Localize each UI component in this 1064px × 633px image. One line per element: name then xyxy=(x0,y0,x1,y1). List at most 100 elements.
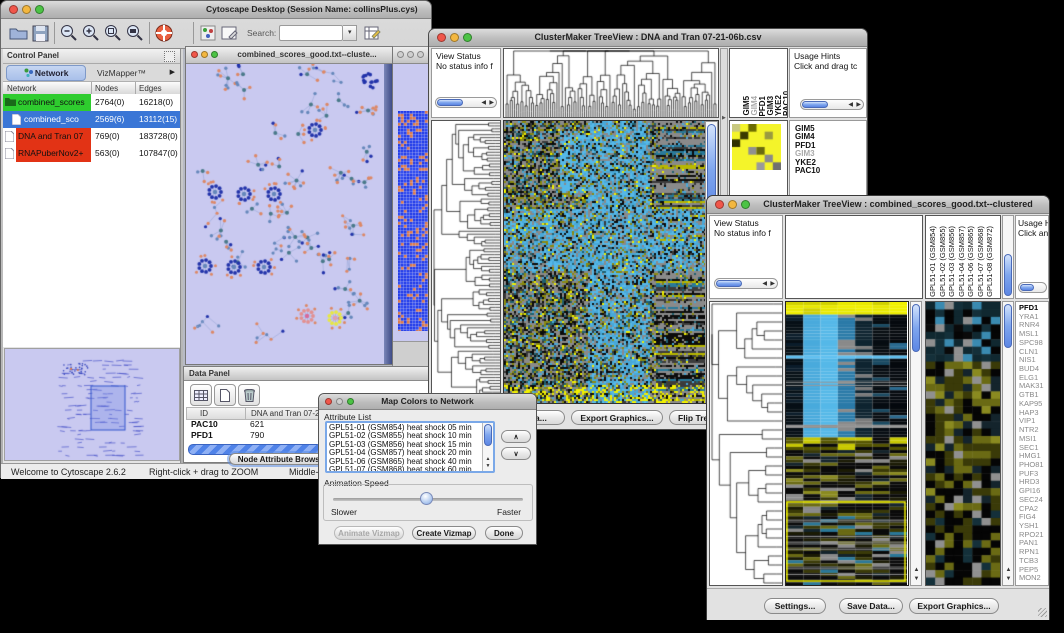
scroll-up-icon[interactable]: ▲ xyxy=(1006,567,1012,573)
close-button[interactable] xyxy=(715,200,724,209)
minimize-button[interactable] xyxy=(22,5,31,14)
scroll-right-icon[interactable]: ▶ xyxy=(489,100,494,106)
scroll-up-icon[interactable]: ▲ xyxy=(486,456,491,462)
zoom-out-button[interactable] xyxy=(58,21,80,45)
open-file-button[interactable] xyxy=(7,21,29,45)
scroll-right-icon[interactable]: ▶ xyxy=(770,281,775,287)
tv1-row-dendrogram-canvas[interactable] xyxy=(432,121,500,403)
attribute-browser-toolbar-button[interactable] xyxy=(362,21,384,45)
save-button[interactable] xyxy=(29,21,51,45)
tv2-column-dendrogram-panel[interactable] xyxy=(785,215,923,299)
tv2-column-label[interactable]: GPL51-04 (GSM857) xyxy=(957,226,967,297)
network-row[interactable]: combined_scores 2764(0) 16218(0) xyxy=(3,94,180,111)
column-header-nodes[interactable]: Nodes xyxy=(95,84,118,93)
zoom-in-button[interactable] xyxy=(80,21,102,45)
tab-vizmapper[interactable]: VizMapper™ xyxy=(97,68,146,78)
tv2-column-label[interactable]: GPL51-07 (GSM868) xyxy=(976,226,986,297)
minimize-button[interactable] xyxy=(201,51,208,58)
treeview2-titlebar[interactable]: ClusterMaker TreeView : combined_scores_… xyxy=(707,196,1049,214)
background-network-titlebar[interactable] xyxy=(393,47,431,64)
network-view-canvas[interactable] xyxy=(187,64,384,364)
scrollbar-thumb[interactable] xyxy=(1020,284,1034,291)
tv1-heatmap-canvas[interactable] xyxy=(504,121,705,403)
tv2-heatmap-canvas[interactable] xyxy=(786,302,907,585)
add-nodes-button[interactable] xyxy=(197,21,219,45)
tv2-hints-scrollbar[interactable] xyxy=(1018,282,1047,293)
tv2-genes-vscrollbar[interactable]: ▲ ▼ xyxy=(1002,301,1014,586)
tv2-column-label[interactable]: GPL51-06 (GSM865) xyxy=(966,226,976,297)
scroll-down-icon[interactable]: ▼ xyxy=(486,463,491,469)
scrollbar-thumb[interactable] xyxy=(1004,304,1012,348)
scroll-down-icon[interactable]: ▼ xyxy=(1006,576,1012,582)
scroll-left-icon[interactable]: ◀ xyxy=(848,102,853,108)
network-view-titlebar[interactable]: combined_scores_good.txt--cluste... xyxy=(186,47,392,64)
table-view-button[interactable] xyxy=(190,384,212,406)
tab-network[interactable]: Network xyxy=(6,65,86,81)
tv2-heatmap-vscrollbar[interactable]: ▲ ▼ xyxy=(910,301,922,586)
slider-thumb[interactable] xyxy=(420,492,433,505)
annotation-button[interactable] xyxy=(219,21,241,45)
scroll-left-icon[interactable]: ◀ xyxy=(762,281,767,287)
animate-vizmap-button[interactable]: Animate Vizmap xyxy=(334,526,404,540)
tv2-column-label[interactable]: GPL51-03 (GSM856) xyxy=(947,226,957,297)
new-attribute-button[interactable] xyxy=(214,384,236,406)
data-column-id[interactable]: ID xyxy=(200,409,208,418)
background-network-canvas[interactable] xyxy=(398,111,428,331)
network-row[interactable]: DNA and Tran 07 769(0) 183728(0) xyxy=(3,128,180,145)
scrollbar-thumb[interactable] xyxy=(912,304,920,352)
tv2-column-label[interactable]: GPL51-01 (GSM854) xyxy=(928,226,938,297)
tv2-export-graphics-button[interactable]: Export Graphics... xyxy=(909,598,999,614)
tv1-hints-scrollbar[interactable]: ◀ ▶ xyxy=(800,99,864,110)
scroll-left-icon[interactable]: ◀ xyxy=(481,100,486,106)
tv2-gene-label[interactable]: MON2 xyxy=(1019,574,1044,583)
create-vizmap-button[interactable]: Create Vizmap xyxy=(412,526,476,540)
data-panel-titlebar[interactable]: Data Panel xyxy=(184,367,429,381)
network-row-selected[interactable]: combined_sco 2569(6) 13112(15) xyxy=(3,111,180,128)
minimize-button[interactable] xyxy=(407,51,414,58)
scrollbar-thumb[interactable] xyxy=(484,424,492,446)
zoom-button[interactable] xyxy=(741,200,750,209)
tv1-column-label[interactable]: GIM4 xyxy=(750,96,758,116)
tv1-zoom-matrix-canvas[interactable] xyxy=(732,124,781,170)
column-header-network[interactable]: Network xyxy=(7,84,36,93)
tab-overflow-arrow[interactable]: ▶ xyxy=(170,68,175,76)
scrollbar-thumb[interactable] xyxy=(437,99,463,106)
tv1-column-label[interactable]: PFD1 xyxy=(758,96,766,116)
zoom-selected-button[interactable] xyxy=(102,21,124,45)
attribute-list-item[interactable]: GPL51-07 (GSM868) heat shock 60 min xyxy=(329,466,491,473)
delete-attribute-button[interactable] xyxy=(238,384,260,406)
tv1-gene-label[interactable]: PAC10 xyxy=(795,167,820,175)
scroll-up-icon[interactable]: ▲ xyxy=(914,567,920,573)
birdseye-canvas[interactable] xyxy=(4,348,180,461)
search-input[interactable] xyxy=(279,25,343,41)
tv1-column-dendrogram-canvas[interactable] xyxy=(504,49,718,117)
attribute-list-scrollbar[interactable]: ▲ ▼ xyxy=(482,423,493,471)
resize-grip[interactable] xyxy=(1038,608,1047,617)
scroll-right-icon[interactable]: ▶ xyxy=(856,102,861,108)
column-header-edges[interactable]: Edges xyxy=(139,84,162,93)
main-titlebar[interactable]: Cytoscape Desktop (Session Name: collins… xyxy=(1,1,431,19)
tv2-column-label[interactable]: GPL51-02 (GSM855) xyxy=(938,226,948,297)
search-dropdown-button[interactable]: ▾ xyxy=(343,25,357,41)
close-button[interactable] xyxy=(191,51,198,58)
tv2-save-data-button[interactable]: Save Data... xyxy=(839,598,903,614)
help-button[interactable] xyxy=(153,21,175,45)
close-button[interactable] xyxy=(397,51,404,58)
zoom-button[interactable] xyxy=(211,51,218,58)
float-panel-icon[interactable] xyxy=(164,51,175,62)
network-view-right-scroll-area[interactable] xyxy=(384,64,392,364)
tv2-status-scrollbar[interactable]: ◀ ▶ xyxy=(714,278,778,289)
tv1-column-label[interactable]: GIM3 xyxy=(766,96,774,116)
treeview1-titlebar[interactable]: ClusterMaker TreeView : DNA and Tran 07-… xyxy=(429,29,867,47)
tv2-row-dendrogram-canvas[interactable] xyxy=(710,302,782,585)
scrollbar-thumb[interactable] xyxy=(1004,254,1012,296)
zoom-button[interactable] xyxy=(417,51,424,58)
zoom-button[interactable] xyxy=(35,5,44,14)
scrollbar-thumb[interactable] xyxy=(716,280,742,287)
tv2-column-label[interactable]: GPL51-08 (GSM872) xyxy=(985,226,995,297)
move-attribute-down-button[interactable]: ∨ xyxy=(501,447,531,460)
dialog-titlebar[interactable]: Map Colors to Network xyxy=(319,394,536,410)
scrollbar-thumb[interactable] xyxy=(802,101,828,108)
tv1-status-scrollbar[interactable]: ◀ ▶ xyxy=(435,97,497,108)
tv1-column-label[interactable]: YKE2 xyxy=(774,95,782,116)
